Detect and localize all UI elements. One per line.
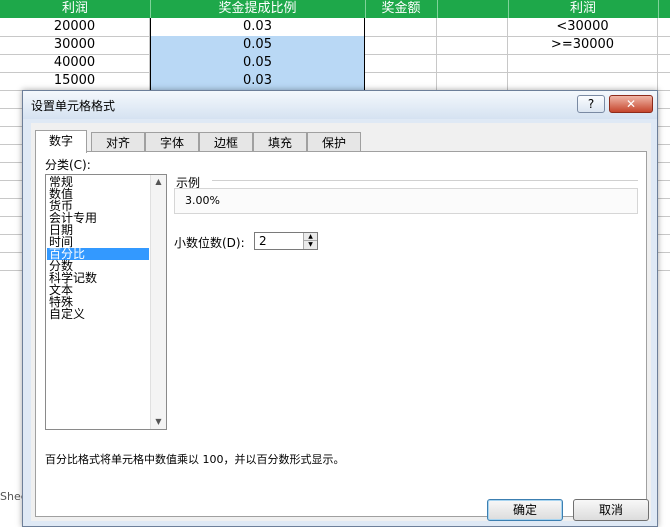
table-row: 15000 0.03 — [0, 72, 670, 91]
condition-cell[interactable]: >=30000 — [508, 36, 658, 54]
tab-number[interactable]: 数字 — [35, 130, 87, 153]
close-button[interactable]: ✕ — [609, 95, 653, 113]
profit-cell[interactable]: 40000 — [0, 54, 150, 72]
spinner-down-icon[interactable]: ▼ — [303, 241, 317, 249]
table-row: 30000 0.05 >=30000 — [0, 36, 670, 55]
category-list: 常规 数值 货币 会计专用 日期 时间 百分比 分数 科学记数 文本 特殊 自定义 — [47, 176, 149, 320]
amount-cell[interactable] — [365, 72, 437, 90]
table-row: 40000 0.05 — [0, 54, 670, 73]
header-row: 利润 奖金提成比例 奖金额 利润 — [0, 0, 670, 18]
condition-cell[interactable] — [508, 54, 658, 72]
tab-protection[interactable]: 保护 — [307, 132, 361, 152]
scroll-up-arrow-icon[interactable]: ▲ — [151, 175, 166, 189]
help-button[interactable]: ? — [577, 95, 605, 113]
dialog-title: 设置单元格格式 — [31, 99, 116, 113]
category-listbox[interactable]: 常规 数值 货币 会计专用 日期 时间 百分比 分数 科学记数 文本 特殊 自定义 ▲ ▼ — [45, 174, 167, 430]
header-bonus-rate[interactable]: 奖金提成比例 — [150, 0, 366, 18]
category-label: 分类(C): — [45, 158, 91, 172]
spinner-up-icon[interactable]: ▲ — [303, 233, 317, 241]
format-description: 百分比格式将单元格中数值乘以 100，并以百分数形式显示。 — [45, 453, 345, 466]
sample-divider — [212, 180, 638, 181]
header-empty[interactable] — [437, 0, 509, 18]
rate-cell[interactable]: 0.05 — [150, 36, 365, 54]
sample-box: 3.00% — [174, 188, 638, 214]
tab-fill[interactable]: 填充 — [253, 132, 307, 152]
category-item[interactable]: 自定义 — [47, 308, 149, 320]
tab-border[interactable]: 边框 — [199, 132, 253, 152]
sample-value: 3.00% — [185, 194, 220, 207]
format-cells-dialog: 设置单元格格式 ? ✕ 数字 对齐 字体 边框 填充 保护 分类(C): 常规数… — [22, 90, 658, 527]
header-profit-2[interactable]: 利润 — [508, 0, 659, 18]
cancel-button[interactable]: 取消 — [573, 499, 649, 521]
sample-group: 示例 3.00% — [174, 174, 638, 214]
decimal-places-value[interactable]: 2 — [259, 234, 267, 248]
decimal-places-spinner[interactable]: 2 ▲ ▼ — [254, 232, 318, 250]
profit-cell[interactable]: 15000 — [0, 72, 150, 90]
decimal-places-label: 小数位数(D): — [174, 236, 245, 250]
amount-cell[interactable] — [365, 18, 437, 36]
header-profit[interactable]: 利润 — [0, 0, 151, 18]
rate-cell[interactable]: 0.05 — [150, 54, 365, 72]
category-scrollbar[interactable]: ▲ ▼ — [150, 175, 166, 429]
empty-cell[interactable] — [437, 72, 508, 90]
number-tab-panel: 分类(C): 常规 数值 货币 会计专用 日期 时间 百分比 分数 科学记数 文本 特殊 自定义 ▲ … — [35, 151, 647, 517]
amount-cell[interactable] — [365, 54, 437, 72]
condition-cell[interactable]: <30000 — [508, 18, 658, 36]
header-bonus-amount[interactable]: 奖金额 — [365, 0, 438, 18]
dialog-body: 数字 对齐 字体 边框 填充 保护 分类(C): 常规 数值 货币 会计专用 日期 时间百… — [31, 123, 651, 521]
amount-cell[interactable] — [365, 36, 437, 54]
tab-font[interactable]: 字体 — [145, 132, 199, 152]
scroll-down-arrow-icon[interactable]: ▼ — [151, 415, 166, 429]
empty-cell[interactable] — [437, 54, 508, 72]
rate-cell[interactable]: 0.03 — [150, 72, 365, 90]
tab-alignment[interactable]: 对齐 — [91, 132, 145, 152]
condition-cell[interactable] — [508, 72, 658, 90]
empty-cell[interactable] — [437, 36, 508, 54]
dialog-titlebar[interactable]: 设置单元格格式 ? ✕ — [23, 91, 657, 119]
ok-button[interactable]: 确定 — [487, 499, 563, 521]
profit-cell[interactable]: 30000 — [0, 36, 150, 54]
header-extra[interactable] — [658, 0, 670, 18]
rate-cell[interactable]: 0.03 — [150, 18, 365, 36]
profit-cell[interactable]: 20000 — [0, 18, 150, 36]
table-row: 20000 0.03 <30000 — [0, 18, 670, 37]
empty-cell[interactable] — [437, 18, 508, 36]
